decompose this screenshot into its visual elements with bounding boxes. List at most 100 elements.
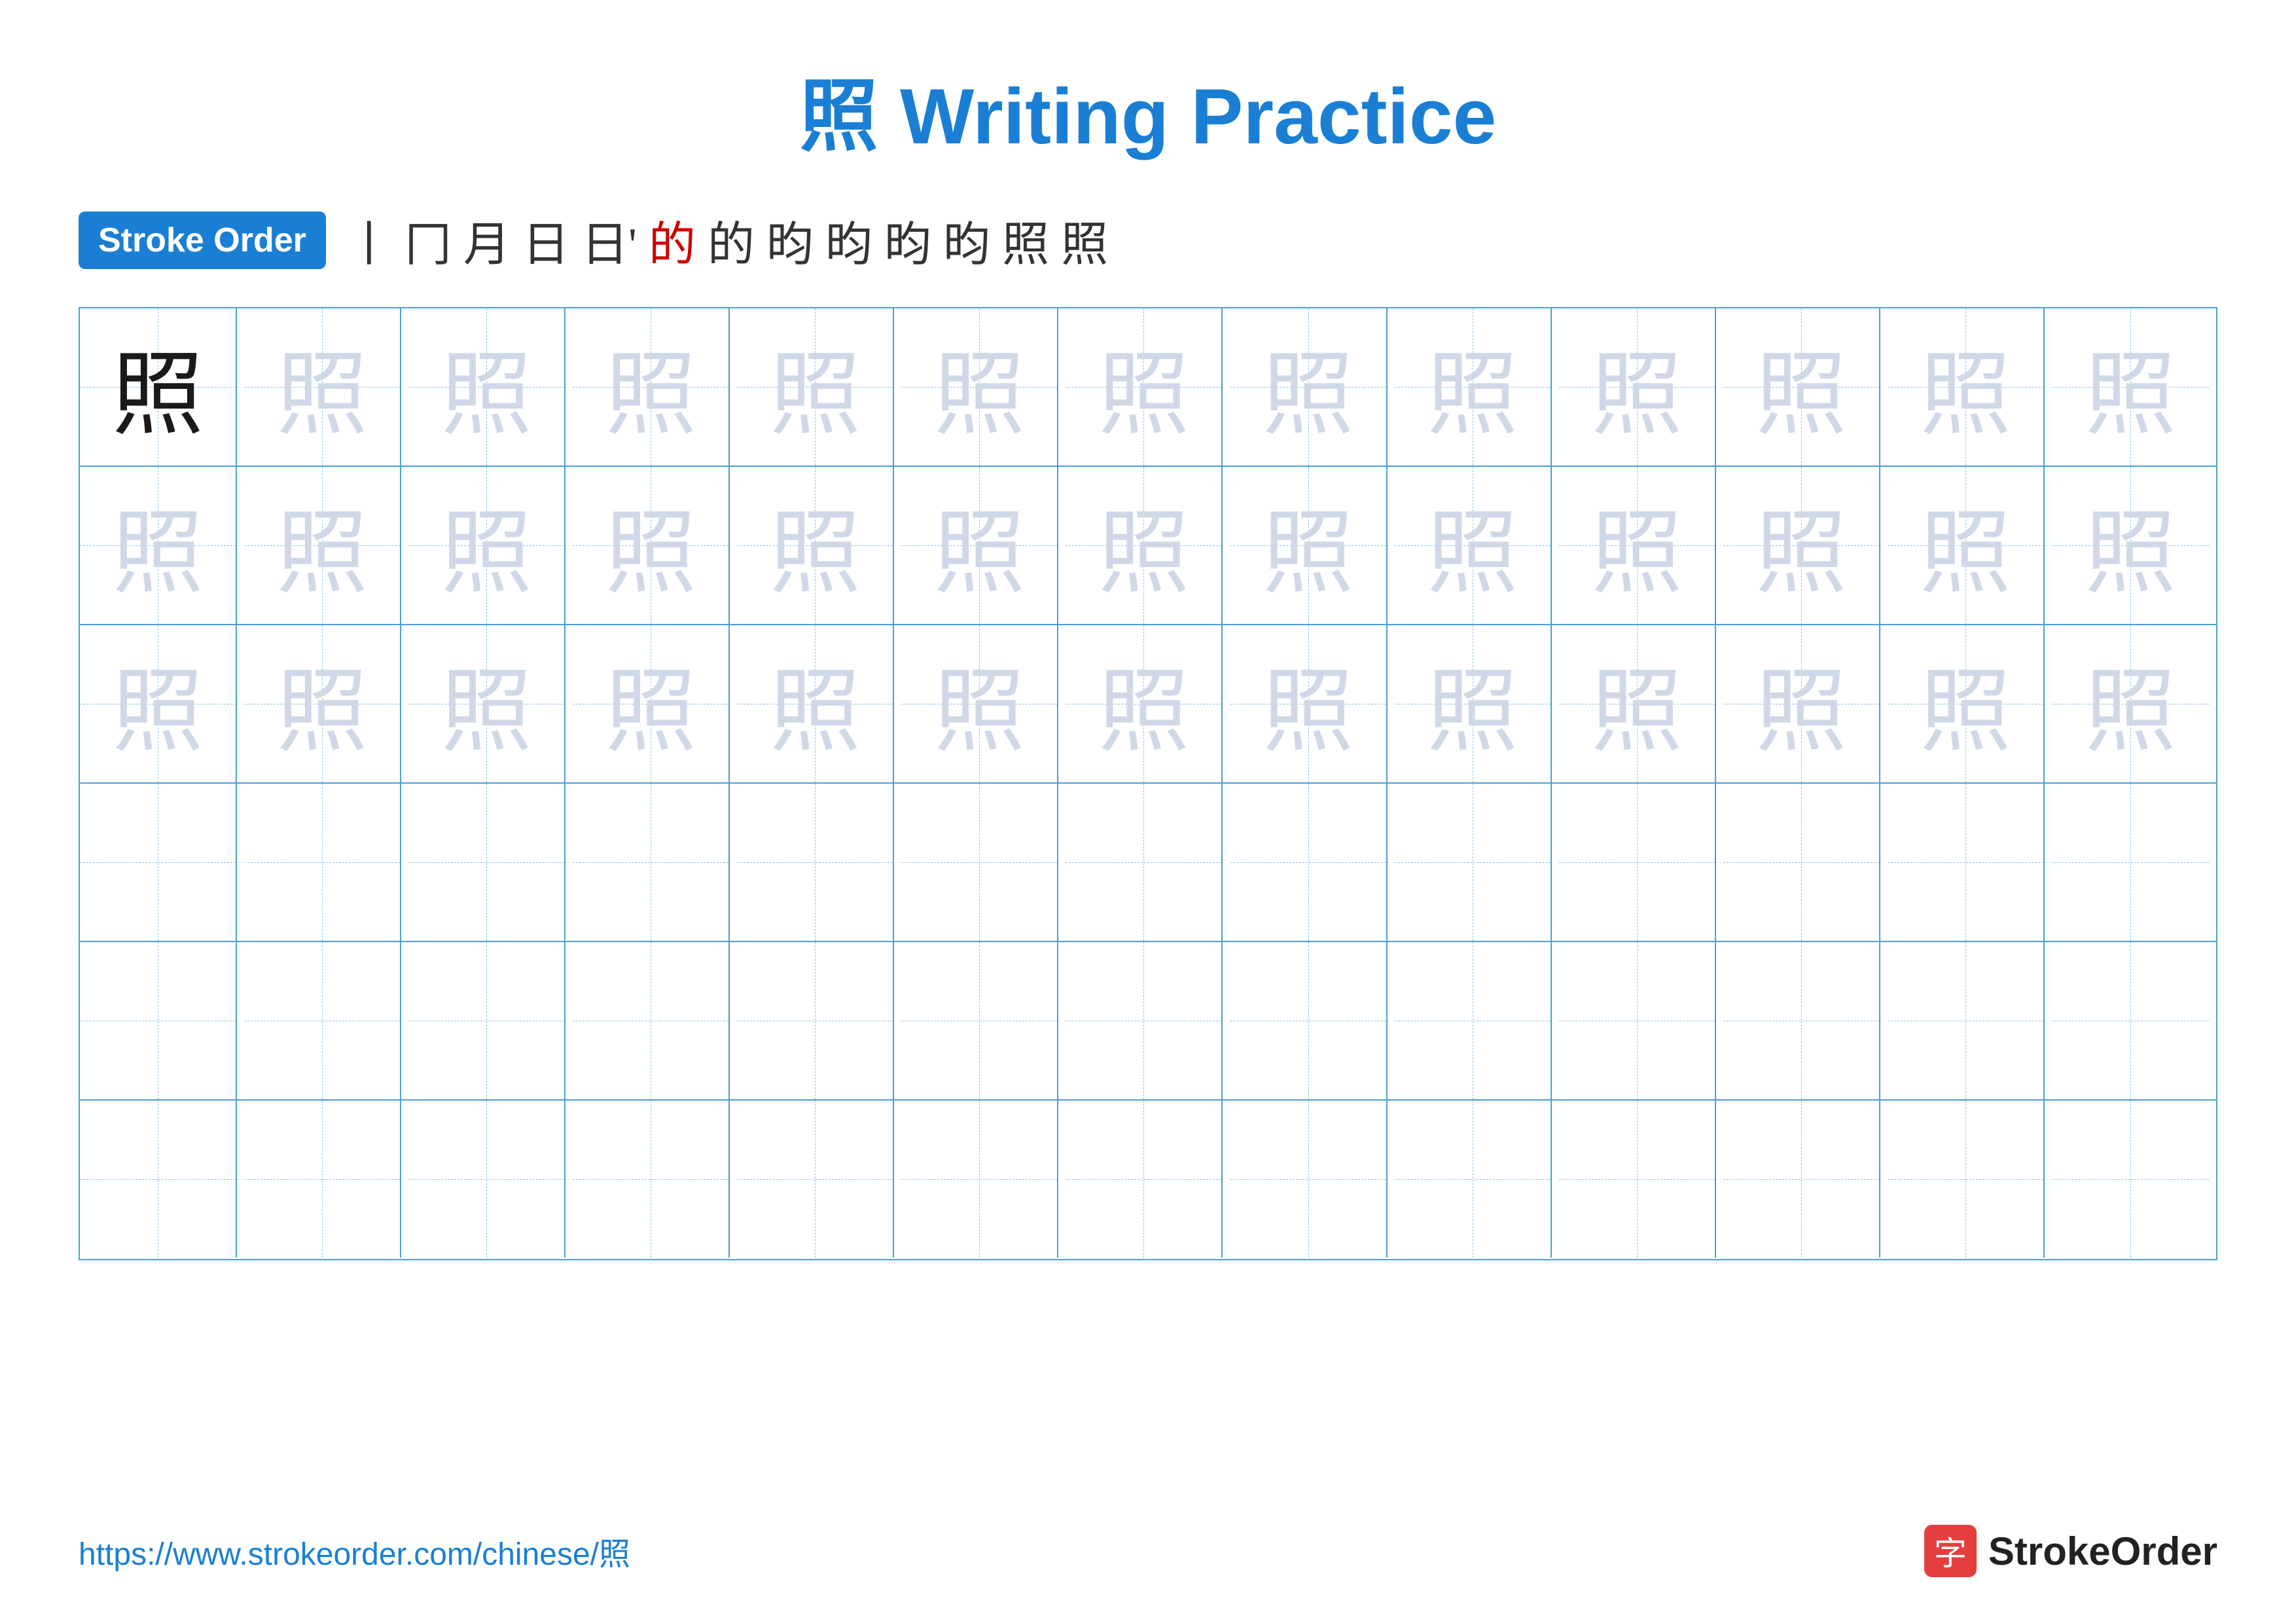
cell-6-9[interactable]	[1395, 1101, 1552, 1258]
cell-6-13[interactable]	[2052, 1101, 2209, 1258]
cell-2-3[interactable]: 照	[408, 467, 565, 624]
cell-5-7[interactable]	[1066, 942, 1223, 1099]
stroke-4: 日	[522, 206, 569, 274]
char-light: 照	[1427, 321, 1518, 453]
cell-1-2[interactable]: 照	[244, 308, 401, 465]
grid-row-3: 照 照 照 照 照 照 照 照 照 照 照 照 照	[80, 625, 2216, 784]
cell-5-8[interactable]	[1230, 942, 1388, 1099]
cell-6-3[interactable]	[408, 1101, 565, 1258]
cell-2-6[interactable]: 照	[901, 467, 1058, 624]
cell-1-6[interactable]: 照	[901, 308, 1058, 465]
cell-6-8[interactable]	[1230, 1101, 1388, 1258]
cell-5-12[interactable]	[1888, 942, 2045, 1099]
cell-6-11[interactable]	[1723, 1101, 1880, 1258]
cell-2-5[interactable]: 照	[737, 467, 894, 624]
cell-1-10[interactable]: 照	[1559, 308, 1716, 465]
cell-6-12[interactable]	[1888, 1101, 2045, 1258]
cell-1-4[interactable]: 照	[573, 308, 730, 465]
cell-3-11[interactable]: 照	[1723, 625, 1880, 782]
char-light: 照	[440, 321, 532, 453]
cell-6-5[interactable]	[737, 1101, 894, 1258]
grid-row-1: 照 照 照 照 照 照 照 照 照 照 照 照 照	[80, 308, 2216, 467]
cell-1-8[interactable]: 照	[1230, 308, 1388, 465]
char-light: 照	[605, 321, 696, 453]
cell-5-9[interactable]	[1395, 942, 1552, 1099]
char-light: 照	[769, 321, 861, 453]
cell-4-9[interactable]	[1395, 784, 1552, 941]
cell-1-11[interactable]: 照	[1723, 308, 1880, 465]
cell-5-5[interactable]	[737, 942, 894, 1099]
cell-4-5[interactable]	[737, 784, 894, 941]
cell-4-6[interactable]	[901, 784, 1058, 941]
cell-3-6[interactable]: 照	[901, 625, 1058, 782]
footer-url[interactable]: https://www.strokeorder.com/chinese/照	[79, 1528, 630, 1574]
cell-2-10[interactable]: 照	[1559, 467, 1716, 624]
stroke-order-row: Stroke Order 丨 冂 月 日 日' 的 的 昀 昀 昀 昀 照 照	[79, 206, 2217, 274]
cell-4-10[interactable]	[1559, 784, 1716, 941]
cell-4-1[interactable]	[80, 784, 237, 941]
page: 照 Writing Practice Stroke Order 丨 冂 月 日 …	[0, 0, 2296, 1623]
char-light: 照	[1263, 321, 1354, 453]
cell-1-5[interactable]: 照	[737, 308, 894, 465]
footer-logo: 字 StrokeOrder	[1924, 1525, 2217, 1577]
cell-2-4[interactable]: 照	[573, 467, 730, 624]
cell-2-8[interactable]: 照	[1230, 467, 1388, 624]
cell-4-8[interactable]	[1230, 784, 1388, 941]
cell-2-11[interactable]: 照	[1723, 467, 1880, 624]
cell-1-9[interactable]: 照	[1395, 308, 1552, 465]
cell-3-12[interactable]: 照	[1888, 625, 2045, 782]
cell-3-8[interactable]: 照	[1230, 625, 1388, 782]
cell-5-11[interactable]	[1723, 942, 1880, 1099]
cell-4-2[interactable]	[244, 784, 401, 941]
cell-6-7[interactable]	[1066, 1101, 1223, 1258]
cell-2-13[interactable]: 照	[2052, 467, 2209, 624]
cell-3-5[interactable]: 照	[737, 625, 894, 782]
cell-3-3[interactable]: 照	[408, 625, 565, 782]
cell-5-10[interactable]	[1559, 942, 1716, 1099]
cell-3-13[interactable]: 照	[2052, 625, 2209, 782]
cell-3-10[interactable]: 照	[1559, 625, 1716, 782]
cell-4-12[interactable]	[1888, 784, 2045, 941]
cell-2-9[interactable]: 照	[1395, 467, 1552, 624]
cell-5-1[interactable]	[80, 942, 237, 1099]
cell-6-2[interactable]	[244, 1101, 401, 1258]
cell-3-4[interactable]: 照	[573, 625, 730, 782]
stroke-5: 日'	[581, 206, 637, 274]
cell-2-7[interactable]: 照	[1066, 467, 1223, 624]
stroke-chars: 丨 冂 月 日 日' 的 的 昀 昀 昀 昀 照 照	[346, 206, 1108, 274]
grid-row-2: 照 照 照 照 照 照 照 照 照 照 照 照 照	[80, 467, 2216, 625]
cell-1-7[interactable]: 照	[1066, 308, 1223, 465]
cell-5-6[interactable]	[901, 942, 1058, 1099]
char-light: 照	[1920, 321, 2011, 453]
grid-row-4	[80, 784, 2216, 942]
cell-2-2[interactable]: 照	[244, 467, 401, 624]
cell-4-7[interactable]	[1066, 784, 1223, 941]
cell-3-2[interactable]: 照	[244, 625, 401, 782]
cell-4-3[interactable]	[408, 784, 565, 941]
cell-6-1[interactable]	[80, 1101, 237, 1258]
grid-row-6	[80, 1101, 2216, 1259]
cell-2-1[interactable]: 照	[80, 467, 237, 624]
cell-5-3[interactable]	[408, 942, 565, 1099]
cell-6-4[interactable]	[573, 1101, 730, 1258]
cell-1-13[interactable]: 照	[2052, 308, 2209, 465]
cell-4-11[interactable]	[1723, 784, 1880, 941]
stroke-10: 昀	[884, 206, 931, 274]
cell-1-12[interactable]: 照	[1888, 308, 2045, 465]
cell-3-1[interactable]: 照	[80, 625, 237, 782]
cell-6-10[interactable]	[1559, 1101, 1716, 1258]
cell-1-1[interactable]: 照	[80, 308, 237, 465]
cell-4-13[interactable]	[2052, 784, 2209, 941]
cell-3-7[interactable]: 照	[1066, 625, 1223, 782]
cell-5-2[interactable]	[244, 942, 401, 1099]
cell-1-3[interactable]: 照	[408, 308, 565, 465]
stroke-12: 照	[1002, 206, 1049, 274]
cell-5-4[interactable]	[573, 942, 730, 1099]
logo-icon: 字	[1924, 1525, 1977, 1577]
cell-3-9[interactable]: 照	[1395, 625, 1552, 782]
cell-6-6[interactable]	[901, 1101, 1058, 1258]
cell-2-12[interactable]: 照	[1888, 467, 2045, 624]
cell-5-13[interactable]	[2052, 942, 2209, 1099]
cell-4-4[interactable]	[573, 784, 730, 941]
footer: https://www.strokeorder.com/chinese/照 字 …	[79, 1525, 2217, 1577]
